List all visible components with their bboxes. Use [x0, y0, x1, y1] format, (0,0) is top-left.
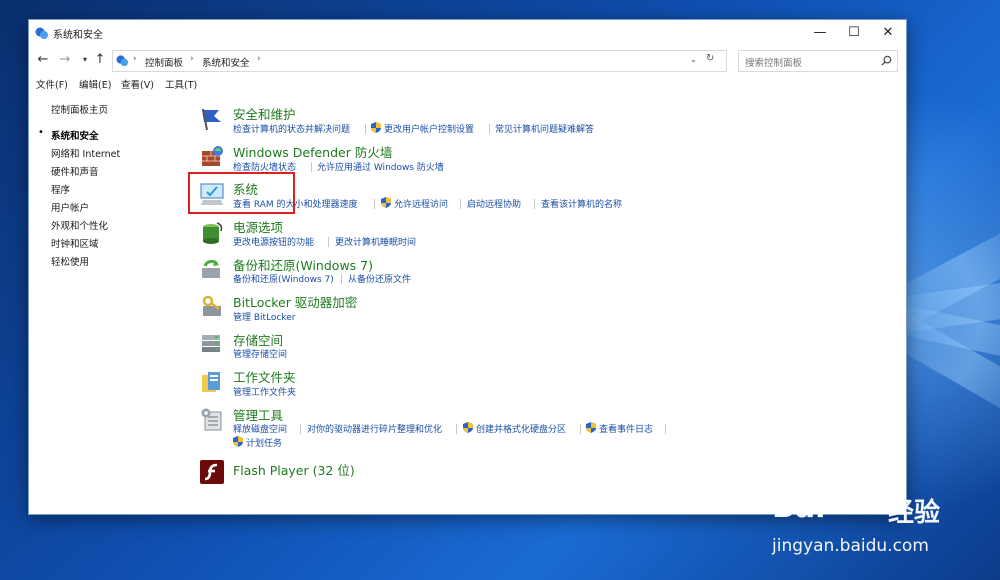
task-view-event-logs[interactable]: 查看事件日志 — [599, 422, 653, 435]
task-allow-remote-access[interactable]: 允许远程访问 — [394, 197, 448, 210]
category-bitlocker[interactable]: BitLocker 驱动器加密 — [233, 292, 357, 311]
task-view-computer-name[interactable]: 查看该计算机的名称 — [541, 197, 622, 210]
sidebar-item-control-panel-home[interactable]: 控制面板主页 — [51, 102, 108, 116]
current-item-bullet-icon: • — [38, 127, 44, 138]
window-title: 系统和安全 — [53, 30, 103, 41]
address-dropdown-chevron-icon[interactable]: ⌄ — [690, 55, 697, 64]
task-troubleshoot[interactable]: 常见计算机问题疑难解答 — [495, 122, 594, 135]
power-options-battery-icon — [203, 222, 223, 244]
baidu-url-text: jingyan.baidu.com — [772, 536, 929, 556]
address-bar: ← → ▾ ↑ › 控制面板 › 系统和安全 › ⌄ ↻ 搜索控制面板 — [29, 46, 906, 74]
search-placeholder: 搜索控制面板 — [745, 58, 803, 69]
task-manage-work-folders[interactable]: 管理工作文件夹 — [233, 385, 296, 398]
breadcrumb-separator-icon[interactable]: › — [133, 54, 137, 64]
task-check-status[interactable]: 检查计算机的状态并解决问题 — [233, 122, 350, 135]
control-panel-window: 系统和安全 — ☐ ✕ ← → ▾ ↑ › 控制面板 › 系统和安全 › ⌄ ↻… — [28, 19, 907, 515]
administrative-tools-icon — [201, 408, 222, 431]
system-highlight-box — [188, 172, 295, 214]
minimize-button[interactable]: — — [803, 20, 837, 46]
task-defragment-drives[interactable]: 对你的驱动器进行碎片整理和优化 — [307, 422, 442, 435]
backup-restore-icon — [202, 259, 220, 278]
category-flash-player[interactable]: Flash Player (32 位) — [233, 460, 355, 479]
up-arrow-icon[interactable]: ↑ — [92, 52, 108, 67]
recent-pages-chevron-icon[interactable]: ▾ — [77, 55, 93, 64]
search-icon[interactable] — [881, 55, 892, 66]
task-schedule-tasks[interactable]: 计划任务 — [246, 436, 282, 449]
uac-shield-icon — [381, 197, 391, 208]
baidu-watermark: Bai 经验 jingyan.baidu.com — [770, 470, 1000, 580]
close-button[interactable]: ✕ — [871, 20, 905, 46]
task-change-power-button[interactable]: 更改电源按钮的功能 — [233, 235, 314, 248]
task-allow-app-firewall[interactable]: 允许应用通过 Windows 防火墙 — [317, 160, 444, 173]
flash-player-icon — [200, 460, 224, 484]
task-backup-restore[interactable]: 备份和还原(Windows 7) — [233, 272, 334, 285]
task-manage-storage-spaces[interactable]: 管理存储空间 — [233, 347, 287, 360]
menu-view[interactable]: 查看(V) — [121, 77, 154, 91]
uac-shield-icon — [233, 436, 243, 447]
task-change-sleep-time[interactable]: 更改计算机睡眠时间 — [335, 235, 416, 248]
menu-bar: 文件(F) 编辑(E) 查看(V) 工具(T) — [29, 74, 906, 92]
forward-arrow-icon[interactable]: → — [57, 52, 73, 67]
category-work-folders[interactable]: 工作文件夹 — [233, 367, 296, 386]
category-security-maintenance[interactable]: 安全和维护 — [233, 104, 296, 123]
sidebar-item-system-security[interactable]: 系统和安全 — [51, 128, 99, 142]
category-power-options[interactable]: 电源选项 — [233, 217, 283, 236]
category-firewall[interactable]: Windows Defender 防火墙 — [233, 142, 392, 161]
task-launch-remote-assistance[interactable]: 启动远程协助 — [467, 197, 521, 210]
sidebar-item-clock-region[interactable]: 时钟和区域 — [51, 236, 99, 250]
task-change-uac[interactable]: 更改用户帐户控制设置 — [384, 122, 474, 135]
back-arrow-icon[interactable]: ← — [35, 52, 51, 67]
breadcrumb-separator-icon[interactable]: › — [190, 54, 194, 64]
sidebar-item-user-accounts[interactable]: 用户帐户 — [51, 200, 89, 214]
baidu-jingyan-text: 经验 — [888, 498, 941, 528]
refresh-icon[interactable]: ↻ — [706, 53, 714, 64]
sidebar-item-ease-of-access[interactable]: 轻松使用 — [51, 254, 89, 268]
menu-edit[interactable]: 编辑(E) — [79, 77, 111, 91]
uac-shield-icon — [463, 422, 473, 433]
sidebar-item-programs[interactable]: 程序 — [51, 182, 70, 196]
uac-shield-icon — [371, 122, 381, 133]
sidebar-item-hardware-sound[interactable]: 硬件和声音 — [51, 164, 99, 178]
menu-tools[interactable]: 工具(T) — [165, 77, 197, 91]
task-free-disk-space[interactable]: 释放磁盘空间 — [233, 422, 287, 435]
control-panel-icon — [35, 27, 48, 39]
uac-shield-icon — [586, 422, 596, 433]
bitlocker-key-icon — [202, 295, 221, 316]
maximize-button[interactable]: ☐ — [837, 20, 871, 46]
work-folders-icon — [202, 372, 220, 392]
storage-spaces-icon — [202, 335, 220, 352]
title-bar[interactable]: 系统和安全 — ☐ ✕ — [29, 20, 906, 46]
task-create-format-partitions[interactable]: 创建并格式化硬盘分区 — [476, 422, 566, 435]
menu-file[interactable]: 文件(F) — [36, 77, 68, 91]
address-box[interactable]: › 控制面板 › 系统和安全 › ⌄ ↻ — [112, 50, 727, 72]
baidu-paw-logo — [845, 476, 886, 514]
baidu-brand-text: Bai — [772, 490, 826, 525]
search-input[interactable]: 搜索控制面板 — [738, 50, 898, 72]
sidebar-item-appearance[interactable]: 外观和个性化 — [51, 218, 108, 232]
firewall-brick-icon — [202, 146, 223, 166]
task-manage-bitlocker[interactable]: 管理 BitLocker — [233, 310, 296, 323]
breadcrumb-system-security[interactable]: 系统和安全 — [202, 55, 250, 69]
task-restore-files[interactable]: 从备份还原文件 — [348, 272, 411, 285]
breadcrumb-control-panel[interactable]: 控制面板 — [145, 55, 183, 69]
breadcrumb-separator-icon[interactable]: › — [257, 54, 261, 64]
control-panel-small-icon — [116, 55, 129, 67]
sidebar-item-network-internet[interactable]: 网络和 Internet — [51, 146, 120, 160]
security-maintenance-flag-icon — [202, 108, 221, 131]
